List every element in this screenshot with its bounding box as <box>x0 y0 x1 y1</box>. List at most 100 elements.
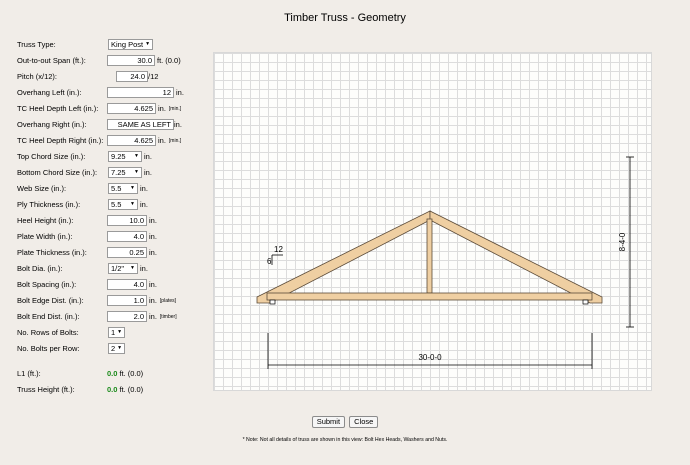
top-chord-label: Top Chord Size (in.): <box>17 152 86 161</box>
page-title: Timber Truss - Geometry <box>284 12 406 24</box>
top-chord-right <box>429 210 603 304</box>
chevron-down-icon: ▼ <box>117 329 123 335</box>
plate-thickness-input[interactable]: 0.25 <box>107 247 147 258</box>
web-size-select[interactable]: 5.5 ▼ <box>108 183 138 194</box>
web-size-unit: in. <box>140 184 148 193</box>
span-dimension-label: 30-0-0 <box>418 353 442 362</box>
row-ply-thickness: Ply Thickness (in.): 5.5 ▼ in. <box>17 198 217 211</box>
bottom-chord-select[interactable]: 7.25 ▼ <box>108 167 142 178</box>
chevron-down-icon: ▼ <box>130 185 135 191</box>
top-chord-left <box>256 210 431 304</box>
tc-heel-left-label: TC Heel Depth Left (in.): <box>17 104 99 113</box>
overhang-left-input[interactable]: 12 <box>107 87 174 98</box>
button-bar: Submit Close <box>0 416 690 428</box>
row-truss-type: Truss Type: King Post ▼ <box>17 38 217 51</box>
row-plate-thickness: Plate Thickness (in.): 0.25 in. <box>17 246 217 259</box>
row-overhang-left: Overhang Left (in.): 12 in. <box>17 86 217 99</box>
chevron-down-icon: ▼ <box>130 201 135 207</box>
height-dimension-label: 8-4-0 <box>618 232 627 251</box>
plate-width-input[interactable]: 4.0 <box>107 231 147 242</box>
row-bolt-spacing: Bolt Spacing (in.): 4.0 in. <box>17 278 217 291</box>
row-overhang-right: Overhang Right (in.): SAME AS LEFT in. <box>17 118 217 131</box>
row-bolt-dia: Bolt Dia. (in.): 1/2" ▼ in. <box>17 262 217 275</box>
l1-unit: ft. <box>119 369 126 378</box>
rows-of-bolts-select[interactable]: 1 ▼ <box>108 327 125 338</box>
right-bearing <box>582 299 589 305</box>
bolt-edge-input[interactable]: 1.0 <box>107 295 147 306</box>
top-chord-unit: in. <box>144 152 152 161</box>
overhang-left-label: Overhang Left (in.): <box>17 88 82 97</box>
row-heel-height: Heel Height (in.): 10.0 in. <box>17 214 217 227</box>
row-bolt-end: Bolt End Dist. (in.): 2.0 in. [timber] <box>17 310 217 323</box>
chevron-down-icon: ▼ <box>145 41 151 47</box>
ply-thickness-value: 5.5 <box>111 200 122 209</box>
king-post <box>426 218 433 294</box>
bottom-chord-unit: in. <box>144 168 152 177</box>
bolt-edge-note: [plates] <box>159 297 177 304</box>
pitch-unit: /12 <box>148 72 159 81</box>
row-bottom-chord: Bottom Chord Size (in.): 7.25 ▼ in. <box>17 166 217 179</box>
bolt-dia-label: Bolt Dia. (in.): <box>17 264 63 273</box>
bolt-end-unit: in. <box>149 312 157 321</box>
l1-value: 0.0 <box>107 369 118 378</box>
truss-height-unit: ft. <box>119 385 126 394</box>
ply-thickness-select[interactable]: 5.5 ▼ <box>108 199 138 210</box>
top-chord-select[interactable]: 9.25 ▼ <box>108 151 142 162</box>
pitch-rise-label: 6 <box>267 257 272 266</box>
overhang-right-label: Overhang Right (in.): <box>17 120 87 129</box>
tc-heel-right-input[interactable]: 4.625 <box>107 135 156 146</box>
row-truss-height: Truss Height (ft.): 0.0 ft. (0.0) <box>17 383 217 396</box>
close-button[interactable]: Close <box>349 416 379 428</box>
tc-heel-left-note: [min.] <box>168 105 182 112</box>
span-label: Out-to-out Span (ft.): <box>17 56 86 65</box>
bolt-dia-select[interactable]: 1/2" ▼ <box>108 263 138 274</box>
bottom-chord <box>266 292 593 301</box>
submit-button[interactable]: Submit <box>311 416 346 428</box>
footnote: * Note: Not all details of truss are sho… <box>242 437 448 443</box>
l1-extra: (0.0) <box>127 369 144 378</box>
bottom-chord-label: Bottom Chord Size (in.): <box>17 168 98 177</box>
bolt-spacing-input[interactable]: 4.0 <box>107 279 147 290</box>
bolt-dia-value: 1/2" <box>111 264 125 273</box>
plate-width-unit: in. <box>149 232 157 241</box>
truss-drawing-canvas: 12 6 30-0-0 8-4-0 <box>213 52 652 391</box>
plate-thickness-unit: in. <box>149 248 157 257</box>
bolts-per-row-select[interactable]: 2 ▼ <box>108 343 125 354</box>
pitch-input[interactable]: 24.0 <box>116 71 148 82</box>
height-dimension: 8-4-0 <box>618 156 634 328</box>
span-extra: (0.0) <box>165 56 181 65</box>
span-input[interactable]: 30.0 <box>107 55 155 66</box>
pitch-label: Pitch (x/12): <box>17 72 58 81</box>
chevron-down-icon: ▼ <box>117 345 123 351</box>
web-size-value: 5.5 <box>111 184 122 193</box>
heel-height-input[interactable]: 10.0 <box>107 215 147 226</box>
tc-heel-left-input[interactable]: 4.625 <box>107 103 156 114</box>
plate-thickness-label: Plate Thickness (in.): <box>17 248 87 257</box>
truss-type-select[interactable]: King Post ▼ <box>108 39 153 50</box>
span-unit: ft. <box>157 56 164 65</box>
chevron-down-icon: ▼ <box>134 169 139 175</box>
bolt-edge-unit: in. <box>149 296 157 305</box>
bolt-end-input[interactable]: 2.0 <box>107 311 147 322</box>
tc-heel-left-unit: in. <box>158 104 166 113</box>
bolt-end-note: [timber] <box>159 313 177 320</box>
row-span: Out-to-out Span (ft.): 30.0 ft. (0.0) <box>17 54 217 67</box>
bolt-dia-unit: in. <box>140 264 148 273</box>
bolts-per-row-label: No. Bolts per Row: <box>17 344 80 353</box>
bolt-edge-label: Bolt Edge Dist. (in.): <box>17 296 84 305</box>
overhang-right-input[interactable]: SAME AS LEFT <box>107 119 174 130</box>
row-rows-of-bolts: No. Rows of Bolts: 1 ▼ <box>17 326 217 339</box>
truss-drawing: 12 6 30-0-0 8-4-0 <box>256 156 634 369</box>
row-tc-heel-left: TC Heel Depth Left (in.): 4.625 in. [min… <box>17 102 217 115</box>
row-bolt-edge: Bolt Edge Dist. (in.): 1.0 in. [plates] <box>17 294 217 307</box>
truss-height-label: Truss Height (ft.): <box>17 385 75 394</box>
tc-heel-right-label: TC Heel Depth Right (in.): <box>17 136 104 145</box>
top-chord-value: 9.25 <box>111 152 126 161</box>
row-tc-heel-right: TC Heel Depth Right (in.): 4.625 in. [mi… <box>17 134 217 147</box>
plate-width-label: Plate Width (in.): <box>17 232 73 241</box>
bolt-end-label: Bolt End Dist. (in.): <box>17 312 80 321</box>
bolt-spacing-label: Bolt Spacing (in.): <box>17 280 77 289</box>
truss-height-extra: (0.0) <box>127 385 144 394</box>
row-l1: L1 (ft.): 0.0 ft. (0.0) <box>17 367 217 380</box>
row-plate-width: Plate Width (in.): 4.0 in. <box>17 230 217 243</box>
